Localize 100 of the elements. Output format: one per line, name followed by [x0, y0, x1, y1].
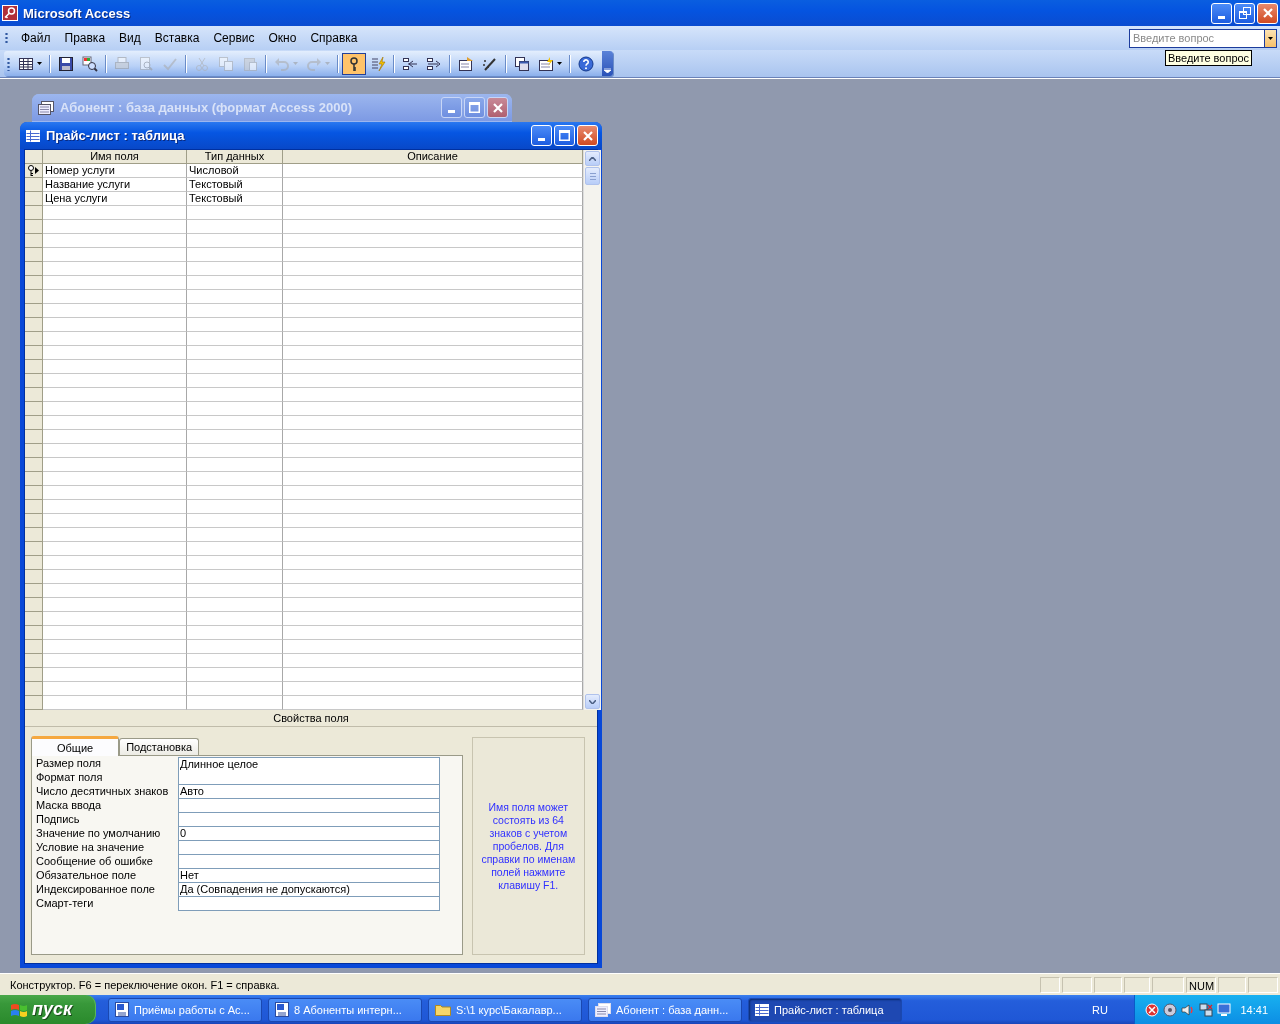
table-cell[interactable]	[187, 444, 283, 458]
table-cell[interactable]: Текстовый	[187, 178, 283, 192]
table-cell[interactable]	[43, 528, 187, 542]
table-cell[interactable]	[43, 458, 187, 472]
property-field[interactable]: Да (Совпадения не допускаются)	[178, 883, 440, 897]
table-cell[interactable]	[283, 682, 583, 696]
table-cell[interactable]	[43, 696, 187, 710]
table-cell[interactable]	[43, 556, 187, 570]
network-icon[interactable]	[1199, 1002, 1213, 1017]
table-cell[interactable]	[283, 556, 583, 570]
table-cell[interactable]	[283, 654, 583, 668]
table-cell[interactable]	[43, 402, 187, 416]
table-cell[interactable]	[43, 472, 187, 486]
table-cell[interactable]: Числовой	[187, 164, 283, 178]
table-cell[interactable]	[283, 206, 583, 220]
property-field[interactable]	[178, 771, 440, 785]
table-cell[interactable]	[43, 514, 187, 528]
table-cell[interactable]	[283, 542, 583, 556]
key-button[interactable]	[342, 52, 366, 75]
table-cell[interactable]	[187, 556, 283, 570]
table-cell[interactable]	[187, 682, 283, 696]
table-cell[interactable]	[283, 570, 583, 584]
table-cell[interactable]	[283, 262, 583, 276]
table-cell[interactable]	[43, 290, 187, 304]
table-cell[interactable]	[43, 388, 187, 402]
table-cell[interactable]	[283, 388, 583, 402]
table-cell[interactable]	[187, 416, 283, 430]
tab[interactable]: Общие	[31, 736, 120, 756]
table-cell[interactable]	[283, 374, 583, 388]
table-cell[interactable]	[43, 444, 187, 458]
table-cell[interactable]: Цена услуги	[43, 192, 187, 206]
table-cell[interactable]	[187, 304, 283, 318]
table-cell[interactable]	[283, 346, 583, 360]
table-cell[interactable]	[43, 304, 187, 318]
table-cell[interactable]	[43, 500, 187, 514]
table-cell[interactable]	[187, 318, 283, 332]
maximize-button[interactable]	[464, 97, 485, 118]
table-cell[interactable]	[187, 640, 283, 654]
table-cell[interactable]	[43, 626, 187, 640]
property-field[interactable]	[178, 855, 440, 869]
tab[interactable]: Подстановка	[119, 738, 200, 755]
table-cell[interactable]	[187, 458, 283, 472]
taskbar-button[interactable]: Прайс-лист : таблица	[748, 997, 902, 1022]
table-cell[interactable]	[283, 528, 583, 542]
table-cell[interactable]	[283, 472, 583, 486]
table-cell[interactable]	[43, 206, 187, 220]
minimize-button[interactable]	[441, 97, 462, 118]
table-cell[interactable]	[43, 612, 187, 626]
column-header[interactable]: Тип данных	[187, 150, 283, 164]
table-cell[interactable]	[283, 430, 583, 444]
table-cell[interactable]	[283, 486, 583, 500]
table-cell[interactable]	[187, 430, 283, 444]
table-cell[interactable]	[43, 668, 187, 682]
table-cell[interactable]	[187, 276, 283, 290]
table-cell[interactable]	[187, 472, 283, 486]
taskbar-button[interactable]: Приёмы работы с Ac...	[108, 997, 262, 1022]
property-field[interactable]: 0	[178, 827, 440, 841]
taskbar-button[interactable]: Абонент : база данн...	[588, 997, 742, 1022]
scrollbar[interactable]	[583, 150, 601, 710]
property-field[interactable]: Нет	[178, 869, 440, 883]
table-cell[interactable]	[43, 248, 187, 262]
table-cell[interactable]	[283, 402, 583, 416]
table-cell[interactable]	[283, 248, 583, 262]
table-cell[interactable]	[43, 374, 187, 388]
table-cell[interactable]	[43, 654, 187, 668]
table-cell[interactable]: Название услуги	[43, 178, 187, 192]
table-cell[interactable]	[187, 402, 283, 416]
table-cell[interactable]	[283, 416, 583, 430]
caret-icon[interactable]	[1268, 36, 1273, 40]
property-field[interactable]	[178, 813, 440, 827]
tray-icon[interactable]	[1145, 1002, 1159, 1017]
table-cell[interactable]	[187, 486, 283, 500]
table-cell[interactable]: Текстовый	[187, 192, 283, 206]
table-cell[interactable]	[43, 220, 187, 234]
menu-item[interactable]: Сервис	[206, 29, 262, 47]
table-cell[interactable]	[283, 360, 583, 374]
table-cell[interactable]	[187, 346, 283, 360]
table-cell[interactable]	[187, 234, 283, 248]
column-header[interactable]: Описание	[283, 150, 583, 164]
table-cell[interactable]	[187, 248, 283, 262]
property-field[interactable]	[178, 841, 440, 855]
table-cell[interactable]	[187, 668, 283, 682]
table-cell[interactable]	[283, 444, 583, 458]
table-cell[interactable]	[187, 528, 283, 542]
table-cell[interactable]	[187, 332, 283, 346]
table-cell[interactable]	[43, 416, 187, 430]
table-cell[interactable]	[283, 696, 583, 710]
table-cell[interactable]	[43, 682, 187, 696]
table-cell[interactable]	[43, 640, 187, 654]
table-cell[interactable]	[187, 626, 283, 640]
table-cell[interactable]	[187, 696, 283, 710]
table-cell[interactable]	[283, 220, 583, 234]
speaker-icon[interactable]	[1181, 1002, 1195, 1017]
table-cell[interactable]	[283, 276, 583, 290]
column-header[interactable]: Имя поля	[43, 150, 187, 164]
table-cell[interactable]	[43, 570, 187, 584]
table-cell[interactable]	[283, 304, 583, 318]
language-indicator[interactable]: RU	[1092, 1003, 1108, 1016]
table-cell[interactable]	[283, 178, 583, 192]
table-cell[interactable]	[187, 654, 283, 668]
